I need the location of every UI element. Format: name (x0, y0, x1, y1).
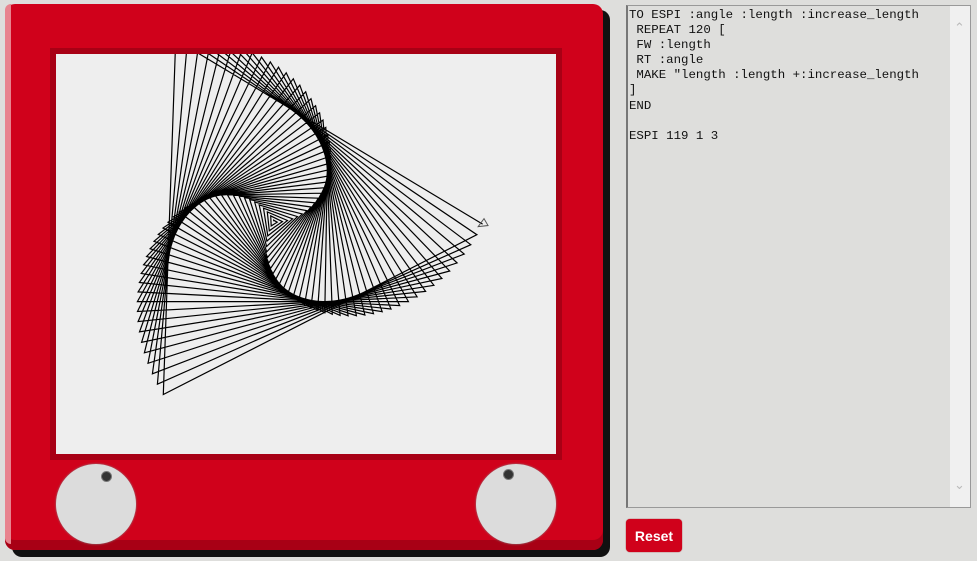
reset-button[interactable]: Reset (626, 519, 682, 552)
frame-highlight (5, 4, 11, 544)
code-line: RT :angle (629, 53, 704, 68)
drawing-canvas (56, 38, 556, 454)
left-knob[interactable] (56, 464, 136, 544)
code-line: TO ESPI :angle :length :increase_length (629, 8, 919, 22)
scroll-down-icon[interactable]: ⌄ (954, 477, 965, 493)
code-line: ESPI 119 1 3 (629, 128, 719, 143)
code-editor[interactable]: TO ESPI :angle :length :increase_length … (626, 5, 971, 508)
code-line: FW :length (629, 38, 711, 53)
code-line: MAKE "length :length +:increase_length (629, 68, 919, 83)
knob-marker-icon (503, 469, 514, 480)
knob-marker-icon (101, 471, 112, 482)
code-line: REPEAT 120 [ (629, 23, 726, 38)
code-line: ] (629, 83, 637, 98)
scroll-up-icon[interactable]: ⌃ (954, 20, 965, 36)
turtle-path (136, 38, 483, 396)
code-line: END (629, 98, 652, 113)
scrollbar[interactable]: ⌃ ⌄ (950, 6, 970, 507)
turtle-drawing (136, 38, 489, 396)
right-knob[interactable] (476, 464, 556, 544)
code-text[interactable]: TO ESPI :angle :length :increase_length … (628, 6, 970, 144)
